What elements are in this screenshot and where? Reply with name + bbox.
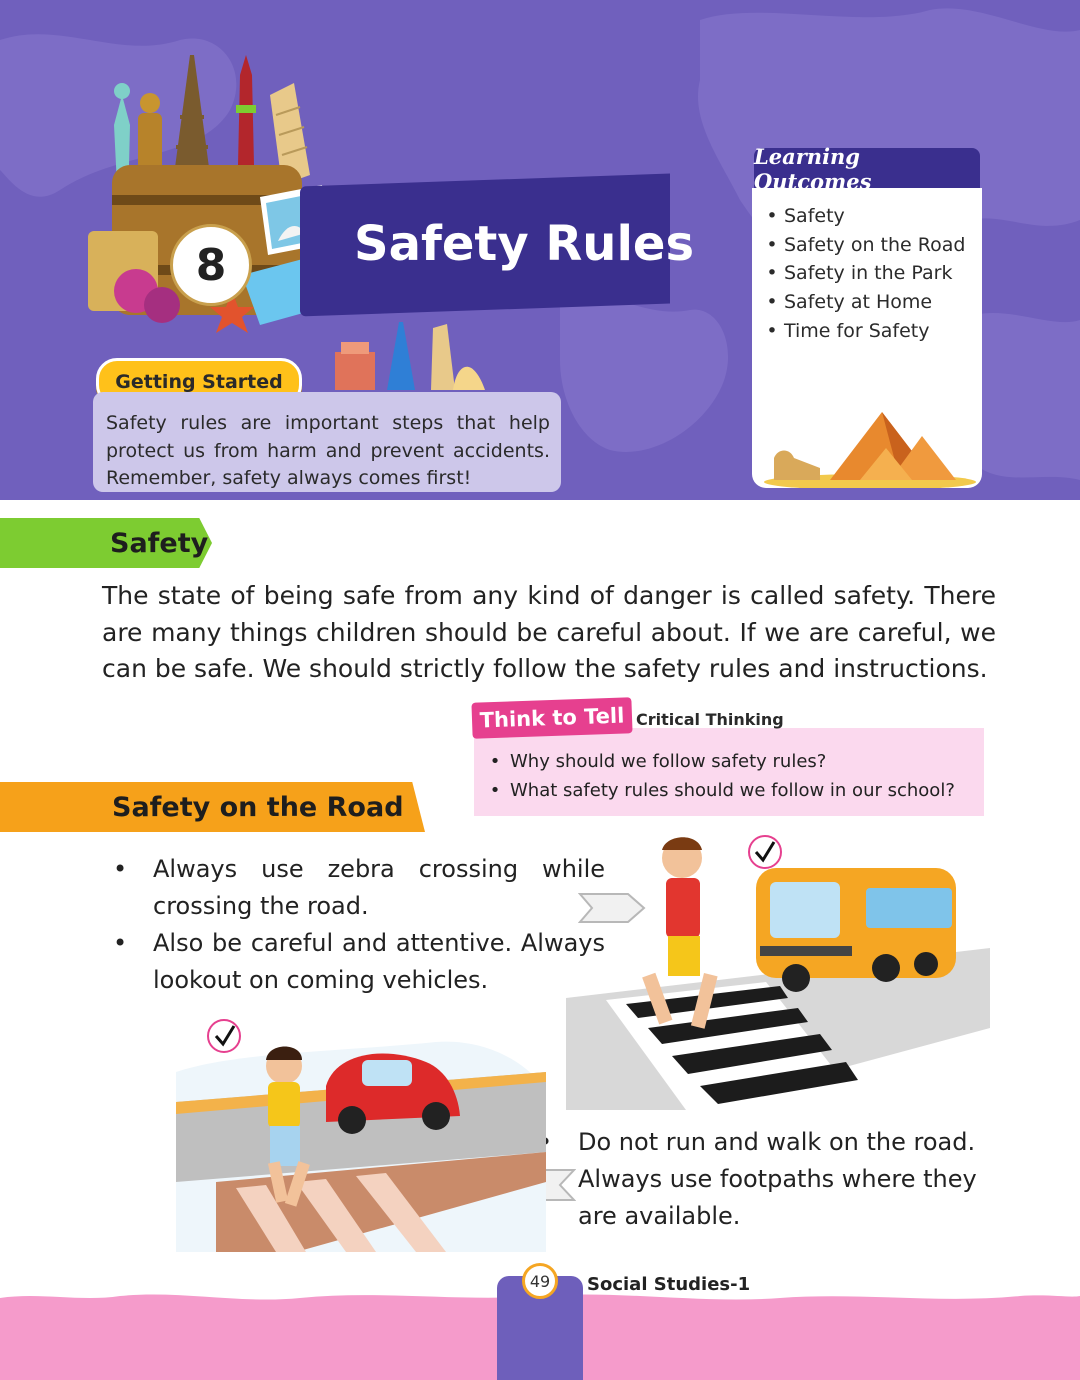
skyline-illustration	[335, 322, 485, 390]
learning-outcome-item: Safety on the Road	[760, 231, 965, 260]
learning-outcome-item: Time for Safety	[760, 317, 965, 346]
getting-started-text: Safety rules are important steps that he…	[106, 412, 550, 489]
bullet-icon: •	[113, 855, 128, 883]
question-item: What safety rules should we follow in ou…	[480, 777, 955, 806]
critical-thinking-label: Critical Thinking	[636, 710, 784, 729]
page-number: 49	[522, 1263, 558, 1299]
section-heading-road: Safety on the Road	[0, 782, 425, 832]
road-rules-list: • Always use zebra crossing while crossin…	[113, 851, 605, 999]
road-rule-item: • Always use zebra crossing while crossin…	[113, 851, 605, 925]
pyramids-illustration	[764, 412, 976, 488]
learning-outcomes-heading: Learning Outcomes	[754, 144, 980, 194]
bullet-icon: •	[113, 929, 128, 957]
learning-outcome-item: Safety in the Park	[760, 259, 965, 288]
chapter-title: Safety Rules	[354, 216, 695, 272]
chapter-number-badge: 8	[170, 224, 252, 306]
section-heading-safety: Safety	[0, 518, 212, 568]
think-to-tell-label: Think to Tell	[471, 697, 633, 739]
learning-outcome-item: Safety at Home	[760, 288, 965, 317]
boy-zebra-crossing-bus-illustration	[566, 835, 990, 1110]
road-rule-item: •Do not run and walk on the road. Always…	[538, 1124, 1008, 1235]
book-title: Social Studies-1	[587, 1274, 751, 1295]
safety-paragraph: The state of being safe from any kind of…	[102, 581, 996, 683]
road-rules-list-2: •Do not run and walk on the road. Always…	[538, 1124, 1008, 1235]
question-item: Why should we follow safety rules?	[480, 748, 955, 777]
learning-outcomes-list: Safety Safety on the Road Safety in the …	[760, 202, 965, 346]
think-to-tell-questions: Why should we follow safety rules? What …	[480, 748, 955, 805]
road-rule-item: • Also be careful and attentive. Always l…	[113, 925, 605, 999]
learning-outcome-item: Safety	[760, 202, 965, 231]
boy-footpath-car-illustration	[176, 1019, 546, 1252]
